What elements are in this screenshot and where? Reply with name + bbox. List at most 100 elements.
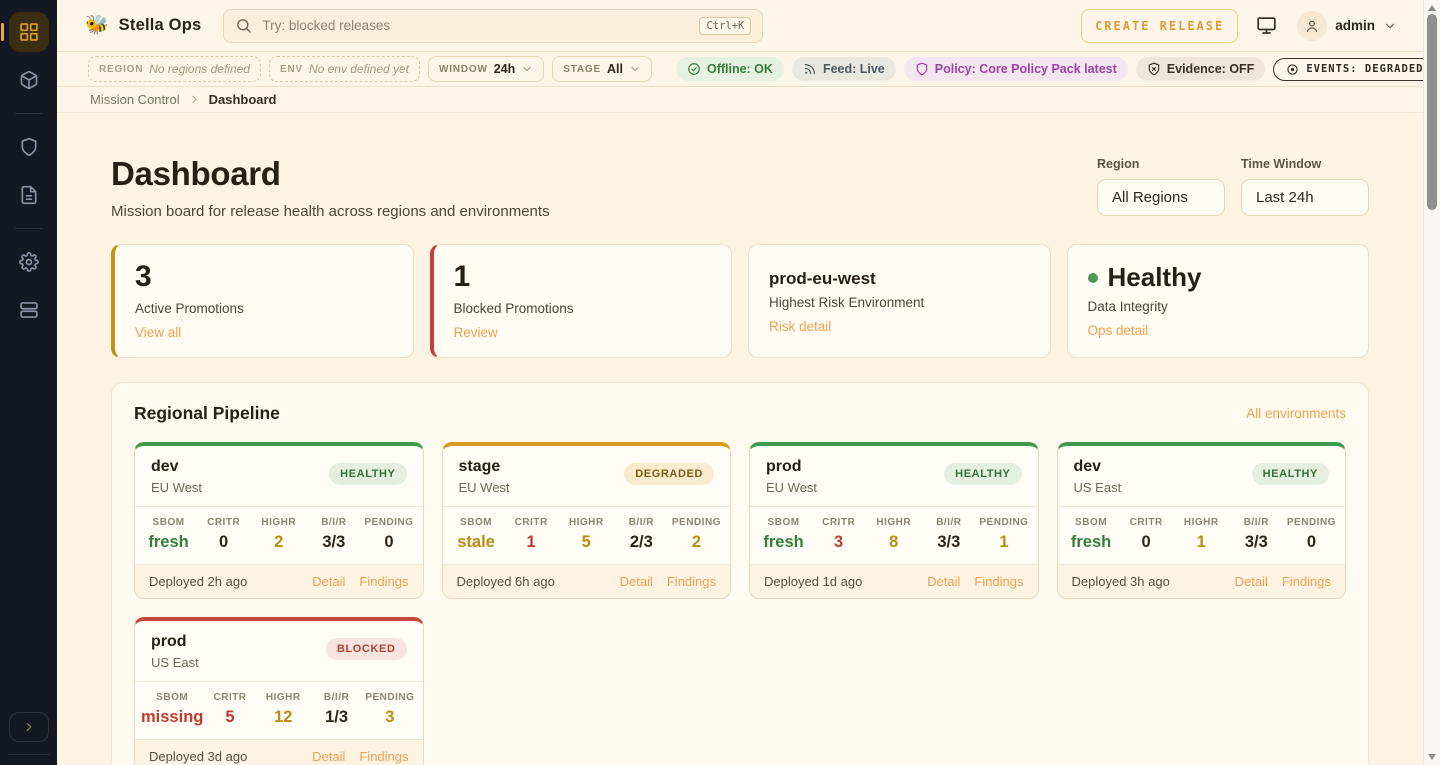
stat-card: 1Blocked PromotionsReview: [430, 244, 733, 358]
status-chip-muted[interactable]: Evidence: OFF: [1136, 57, 1266, 81]
sidebar-nav: [0, 8, 57, 334]
circle-dot-icon: [1286, 63, 1299, 76]
status-chip-success[interactable]: Offline: OK: [676, 57, 784, 81]
stat-cell-label: SBOM: [141, 517, 196, 528]
scroll-up-arrow[interactable]: [1428, 5, 1436, 11]
sidebar-item-shield[interactable]: [9, 127, 49, 167]
env-name-group: devEU West: [151, 458, 202, 495]
stat-cell: B/I/R2/3: [614, 517, 669, 552]
stat-card-link[interactable]: Risk detail: [769, 319, 831, 334]
filter-chip-env[interactable]: ENVNo env defined yet: [269, 56, 420, 82]
breadcrumb-parent[interactable]: Mission Control: [90, 92, 180, 107]
filter-chip-region[interactable]: REGIONNo regions defined: [88, 56, 261, 82]
user-menu[interactable]: admin: [1297, 11, 1397, 41]
stat-card-link[interactable]: View all: [135, 325, 181, 340]
stat-card-value: Healthy: [1088, 260, 1349, 293]
env-name: stage: [459, 458, 510, 476]
rss-icon: [803, 62, 817, 76]
sidebar-item-grid[interactable]: [9, 12, 49, 52]
pipeline-card-links: Detail Findings: [312, 574, 408, 589]
stat-card-label: Data Integrity: [1088, 299, 1349, 314]
stat-cell: B/I/R3/3: [306, 517, 361, 552]
stat-card-label: Blocked Promotions: [454, 301, 712, 316]
search-shortcut-badge: Ctrl+K: [699, 17, 751, 35]
detail-link[interactable]: Detail: [312, 749, 345, 764]
stat-cell-value: 1: [504, 533, 559, 552]
stat-cell: SBOMfresh: [756, 517, 811, 552]
sidebar-item-server[interactable]: [9, 290, 49, 330]
stat-cell-label: PENDING: [363, 692, 416, 703]
stat-cell: HIGHR12: [257, 692, 310, 727]
detail-link[interactable]: Detail: [1235, 574, 1268, 589]
stat-card-label: Active Promotions: [135, 301, 393, 316]
pipeline-card-header: devEU WestHEALTHY: [135, 446, 423, 506]
stat-card-value: prod-eu-west: [769, 260, 1030, 289]
status-badge: BLOCKED: [326, 638, 407, 660]
stat-cell-value: 1: [976, 533, 1031, 552]
stat-cell-label: HIGHR: [251, 517, 306, 528]
stat-cell-label: SBOM: [141, 692, 203, 703]
scrollbar-thumb[interactable]: [1427, 14, 1437, 210]
breadcrumb-current: Dashboard: [209, 92, 277, 107]
time-window-select[interactable]: Last 24h: [1241, 179, 1369, 216]
findings-link[interactable]: Findings: [974, 574, 1023, 589]
stat-card-value: 3: [135, 260, 393, 295]
stat-card-link[interactable]: Ops detail: [1088, 323, 1149, 338]
stat-cell-value: 8: [866, 533, 921, 552]
deployed-timestamp: Deployed 2h ago: [149, 574, 247, 589]
time-window-filter-group: Time Window Last 24h: [1241, 157, 1369, 216]
top-bar: 🐝 Stella Ops Ctrl+K CREATE RELEASE admin: [57, 0, 1423, 52]
events-status-pill[interactable]: EVENTS: DEGRADED: [1273, 58, 1436, 81]
status-chip-policy[interactable]: Policy: Core Policy Pack latest: [904, 57, 1128, 81]
pipeline-card-links: Detail Findings: [927, 574, 1023, 589]
search-input[interactable]: [262, 18, 689, 33]
stat-card-link[interactable]: Review: [454, 325, 498, 340]
region-filter-label: Region: [1097, 157, 1225, 171]
pipeline-card-header: devUS EastHEALTHY: [1058, 446, 1346, 506]
sidebar-footer-divider: [8, 754, 50, 755]
region-select-value: All Regions: [1112, 189, 1188, 206]
stat-cell-label: SBOM: [1064, 517, 1119, 528]
status-chip-neutral[interactable]: Feed: Live: [792, 57, 896, 81]
detail-link[interactable]: Detail: [620, 574, 653, 589]
pipeline-card-footer: Deployed 2h ago Detail Findings: [135, 565, 423, 598]
sidebar-item-document[interactable]: [9, 175, 49, 215]
detail-link[interactable]: Detail: [312, 574, 345, 589]
stat-cell-label: PENDING: [976, 517, 1031, 528]
stat-cell-value: fresh: [141, 533, 196, 552]
pipeline-card: devUS EastHEALTHYSBOMfreshCRITR0HIGHR1B/…: [1057, 442, 1347, 599]
stat-cell: CRITR5: [203, 692, 256, 727]
chevron-right-icon: [188, 93, 201, 106]
create-release-button[interactable]: CREATE RELEASE: [1081, 9, 1238, 43]
stat-cell-label: SBOM: [449, 517, 504, 528]
search-bar[interactable]: Ctrl+K: [223, 9, 763, 43]
stat-cell: B/I/R1/3: [310, 692, 363, 727]
env-name: prod: [766, 458, 817, 476]
detail-link[interactable]: Detail: [927, 574, 960, 589]
filter-chip-stage[interactable]: STAGEAll: [552, 56, 652, 82]
server-icon: [19, 300, 39, 320]
findings-link[interactable]: Findings: [359, 574, 408, 589]
stat-cell: B/I/R3/3: [1229, 517, 1284, 552]
sidebar-item-package[interactable]: [9, 60, 49, 100]
findings-link[interactable]: Findings: [359, 749, 408, 764]
findings-link[interactable]: Findings: [1282, 574, 1331, 589]
env-name: dev: [151, 458, 202, 476]
page-filters: Region All Regions Time Window Last 24h: [1097, 157, 1369, 216]
stat-cell: HIGHR2: [251, 517, 306, 552]
findings-link[interactable]: Findings: [667, 574, 716, 589]
filter-chip-window[interactable]: WINDOW24h: [428, 56, 544, 82]
scroll-down-arrow[interactable]: [1428, 754, 1436, 760]
sidebar-expand-button[interactable]: [9, 712, 49, 742]
deployed-timestamp: Deployed 1d ago: [764, 574, 862, 589]
scrollbar[interactable]: [1423, 0, 1440, 765]
context-bar: REGIONNo regions defined ENVNo env define…: [57, 52, 1423, 87]
pipeline-card-footer: Deployed 6h agoDetailFindings: [443, 565, 731, 598]
region-select[interactable]: All Regions: [1097, 179, 1225, 216]
all-environments-link[interactable]: All environments: [1246, 406, 1346, 421]
stat-cell-label: B/I/R: [306, 517, 361, 528]
pipeline-card-header: prodUS EastBLOCKED: [135, 621, 423, 681]
sidebar-item-gear[interactable]: [9, 242, 49, 282]
display-button[interactable]: [1256, 15, 1277, 36]
stat-cell-value: 5: [559, 533, 614, 552]
